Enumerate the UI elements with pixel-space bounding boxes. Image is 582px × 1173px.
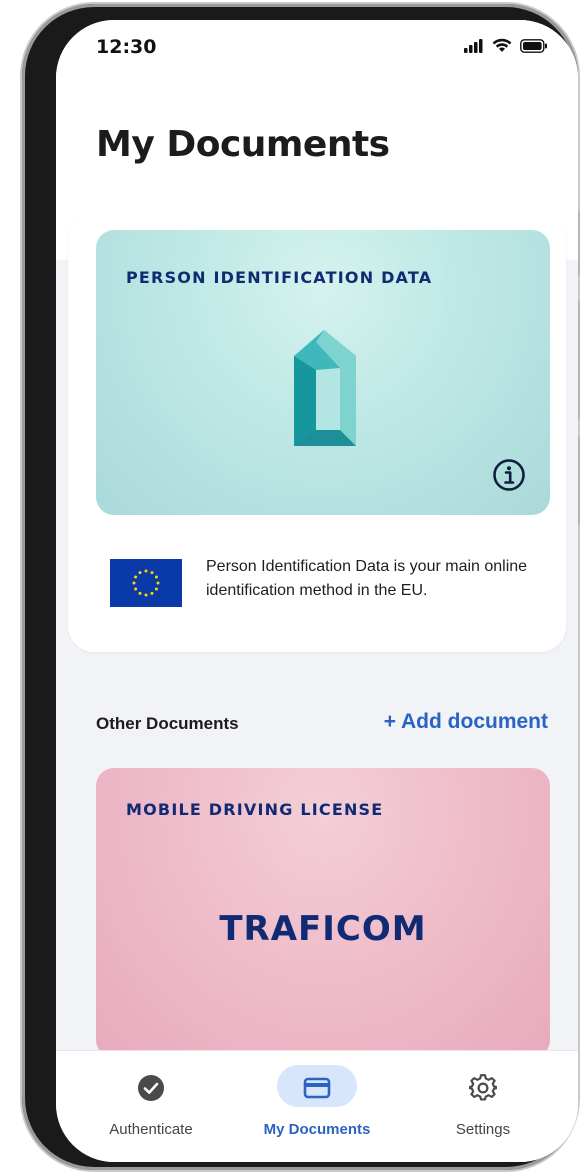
other-documents-header: Other Documents + Add document <box>96 710 548 744</box>
add-document-button[interactable]: + Add document <box>384 710 548 734</box>
signal-icon <box>464 38 483 53</box>
nav-my-documents[interactable]: My Documents <box>242 1065 392 1155</box>
gear-icon <box>469 1074 497 1101</box>
status-bar: 12:30 <box>56 20 578 64</box>
check-circle-icon <box>138 1075 164 1101</box>
mdl-card[interactable]: MOBILE DRIVING LICENSE TRAFICOM <box>96 768 550 1058</box>
main-document-panel: PERSON IDENTIFICATION DATA Person Identi… <box>68 212 566 652</box>
nav-label: My Documents <box>263 1121 371 1138</box>
pid-description: Person Identification Data is your main … <box>206 558 528 599</box>
pid-logo <box>294 330 356 446</box>
other-documents-label: Other Documents <box>96 714 239 733</box>
status-time: 12:30 <box>96 36 157 58</box>
nav-authenticate[interactable]: Authenticate <box>76 1065 226 1155</box>
battery-icon <box>520 38 547 53</box>
screen: 12:30 My Documents PERSON IDENTIFICATION… <box>56 20 578 1162</box>
traficom-logo: TRAFICOM <box>219 909 426 948</box>
pid-card-title: PERSON IDENTIFICATION DATA <box>126 268 433 287</box>
nav-settings[interactable]: Settings <box>408 1065 558 1155</box>
bottom-nav: Authenticate My Documents Settings <box>56 1050 578 1162</box>
info-icon[interactable] <box>492 458 526 492</box>
nav-label: Authenticate <box>109 1121 193 1138</box>
wifi-icon <box>492 38 512 52</box>
eu-info-row: Person Identification Data is your main … <box>110 555 550 615</box>
eu-flag-icon <box>110 559 182 607</box>
mdl-card-title: MOBILE DRIVING LICENSE <box>126 800 384 819</box>
page-title: My Documents <box>96 124 390 165</box>
phone-frame: 12:30 My Documents PERSON IDENTIFICATION… <box>22 4 580 1170</box>
svg-text:TRAFICOM: TRAFICOM <box>219 909 426 948</box>
card-icon <box>303 1077 331 1099</box>
status-icons <box>464 38 548 53</box>
pid-card[interactable]: PERSON IDENTIFICATION DATA <box>96 230 550 515</box>
nav-label: Settings <box>455 1121 511 1138</box>
